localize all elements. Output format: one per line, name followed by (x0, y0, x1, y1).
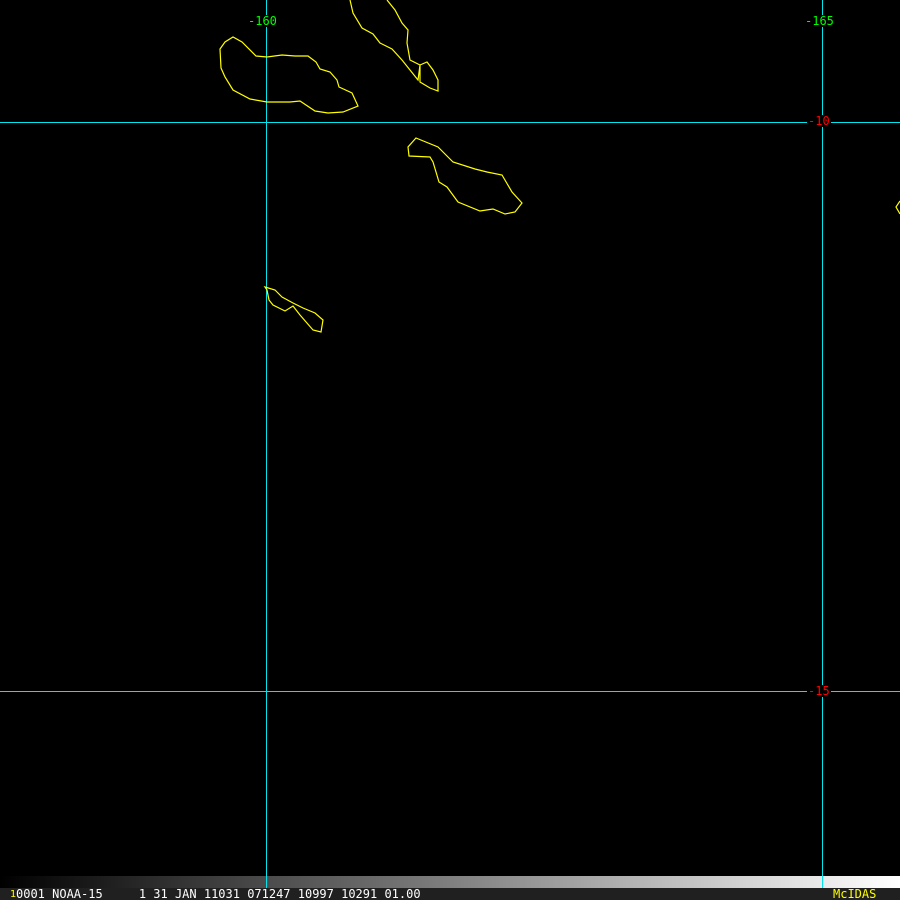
coastline-island (895, 200, 900, 215)
satellite-image-frame: -160 -165 -10 -15 0001 NOAA-15 1 31 JAN … (0, 0, 900, 900)
frame-number: 1 (10, 889, 17, 900)
coastline-island (407, 137, 523, 215)
image-info-text: 0001 NOAA-15 1 31 JAN 11031 071247 10997… (16, 887, 421, 900)
longitude-label: -165 (804, 14, 835, 28)
latitude-label: -10 (807, 114, 831, 128)
mcidas-brand: McIDAS (833, 887, 877, 900)
map-overlay (0, 0, 900, 900)
coastline-island (263, 285, 324, 333)
status-bar: 0001 NOAA-15 1 31 JAN 11031 071247 10997… (0, 888, 900, 900)
latitude-label: -15 (807, 684, 831, 698)
coastline-island (219, 36, 359, 114)
coastline-island (349, 0, 439, 92)
longitude-label: -160 (247, 14, 278, 28)
